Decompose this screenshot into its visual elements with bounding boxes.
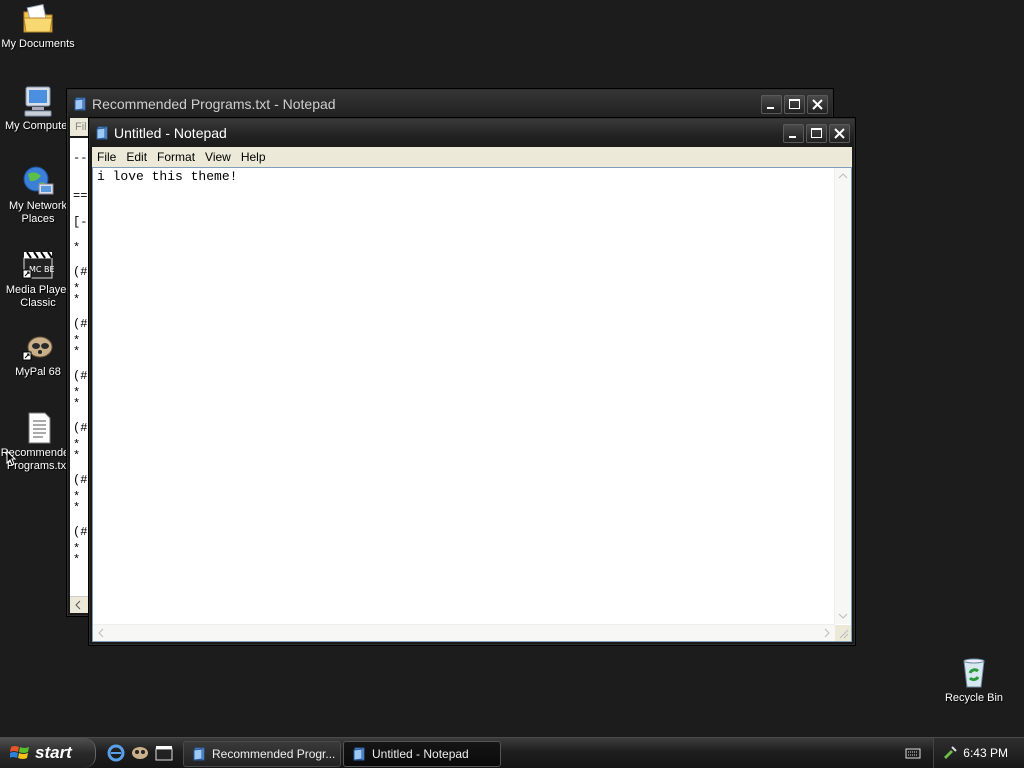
- text-editor-area[interactable]: i love this theme!: [92, 167, 852, 642]
- desktop-icon-mypal[interactable]: MyPal 68: [0, 330, 76, 379]
- desktop-icon-label: My Documents: [1, 38, 75, 50]
- text-file-icon: [21, 411, 55, 445]
- start-label: start: [35, 743, 72, 762]
- taskbar-button-untitled-notepad[interactable]: Untitled - Notepad: [343, 741, 501, 767]
- horizontal-scrollbar[interactable]: [93, 624, 835, 641]
- menu-file[interactable]: File: [92, 147, 121, 164]
- menu-edit[interactable]: Edit: [121, 147, 152, 164]
- back-editor-line: *: [73, 293, 81, 307]
- desktop-icon-label: MyPal 68: [15, 366, 61, 378]
- back-editor-line: *: [73, 553, 81, 567]
- back-editor-line: [-: [73, 215, 88, 229]
- taskbar-button-label: Untitled - Notepad: [372, 747, 469, 761]
- back-editor-line: --: [73, 151, 88, 165]
- close-icon: [834, 128, 845, 139]
- taskbar: start Recommended Progr... Untitled - No…: [0, 737, 1024, 768]
- clock: 6:43 PM: [963, 746, 1008, 760]
- back-editor-line: *: [73, 397, 81, 411]
- taskbar-button-label: Recommended Progr...: [212, 747, 336, 761]
- desktop-icon-label: Recycle Bin: [944, 692, 1004, 704]
- maximize-button[interactable]: [806, 124, 827, 143]
- close-icon: [812, 99, 823, 110]
- window-titlebar[interactable]: Untitled - Notepad: [90, 119, 854, 147]
- mypal-icon: [21, 330, 55, 364]
- back-editor-line: *: [73, 241, 81, 255]
- mouse-cursor-icon: [6, 450, 16, 466]
- chevron-up-icon[interactable]: [835, 168, 851, 184]
- my-documents-icon: [21, 2, 55, 36]
- window-titlebar[interactable]: Recommended Programs.txt - Notepad: [68, 90, 832, 118]
- chevron-left-icon: [75, 600, 81, 610]
- taskbar-button-recommended-programs[interactable]: Recommended Progr...: [183, 741, 341, 767]
- back-editor-line: (#: [73, 369, 88, 383]
- media-player-icon: MC BE: [21, 248, 55, 282]
- notepad-icon: [193, 747, 205, 761]
- menu-help[interactable]: Help: [236, 147, 271, 164]
- minimize-icon: [789, 136, 796, 138]
- desktop-icon-my-computer[interactable]: My Computer: [0, 84, 76, 133]
- back-editor-visible-text: -- == [- * (# * * (# * * (# * * (# * * (# * * (# * *: [70, 138, 88, 599]
- editor-text: i love this theme!: [97, 169, 238, 184]
- desktop-icon-label: Media Player Classic: [5, 284, 71, 309]
- menu-format[interactable]: Format: [152, 147, 200, 164]
- svg-text:MC BE: MC BE: [29, 265, 55, 274]
- quicklaunch-internet-explorer-icon[interactable]: [107, 744, 125, 762]
- window-title: Recommended Programs.txt - Notepad: [92, 96, 336, 112]
- back-editor-line: (#: [73, 473, 88, 487]
- close-button[interactable]: [807, 95, 828, 114]
- desktop-icon-label: My Network Places: [8, 200, 68, 225]
- back-editor-line: (#: [73, 421, 88, 435]
- quicklaunch-mypal-icon[interactable]: [131, 744, 149, 762]
- notepad-window-untitled[interactable]: Untitled - Notepad File Edit Format View Hel…: [89, 118, 855, 645]
- desktop-icon-recycle-bin[interactable]: Recycle Bin: [936, 656, 1012, 705]
- chevron-right-icon[interactable]: [819, 625, 835, 641]
- menu-bar: File Edit Format View Help: [92, 147, 852, 167]
- desktop-icon-media-player[interactable]: MC BE Media Player Classic: [0, 248, 76, 310]
- window-title: Untitled - Notepad: [114, 125, 227, 141]
- my-computer-icon: [21, 84, 55, 118]
- recycle-bin-icon: [957, 656, 991, 690]
- desktop-icon-network-places[interactable]: My Network Places: [0, 164, 76, 226]
- menu-file-partial[interactable]: Fil: [70, 118, 90, 136]
- back-editor-line: *: [73, 501, 81, 515]
- chevron-left-icon[interactable]: [93, 625, 109, 641]
- back-editor-line: (#: [73, 317, 88, 331]
- resize-grip[interactable]: [835, 625, 851, 641]
- back-editor-line: *: [73, 449, 81, 463]
- maximize-button[interactable]: [784, 95, 805, 114]
- desktop-icon-my-documents[interactable]: My Documents: [0, 2, 76, 51]
- start-button[interactable]: start: [0, 738, 96, 768]
- back-editor-line: (#: [73, 265, 88, 279]
- chevron-down-icon[interactable]: [835, 608, 851, 624]
- quicklaunch-media-player-icon[interactable]: [155, 744, 173, 762]
- desktop-icon-label: My Computer: [4, 120, 72, 132]
- resize-grip-icon: [839, 629, 849, 639]
- back-editor-line: *: [73, 345, 81, 359]
- minimize-button[interactable]: [761, 95, 782, 114]
- back-editor-line: ==: [73, 189, 88, 203]
- keyboard-icon[interactable]: [905, 746, 921, 760]
- maximize-icon: [811, 128, 822, 138]
- back-scroll-left-button[interactable]: [70, 596, 90, 613]
- maximize-icon: [789, 99, 800, 109]
- minimize-icon: [767, 107, 774, 109]
- notepad-icon: [74, 97, 86, 111]
- vertical-scrollbar[interactable]: [834, 168, 851, 624]
- minimize-button[interactable]: [783, 124, 804, 143]
- menu-view[interactable]: View: [200, 147, 236, 164]
- windows-logo-icon: [10, 746, 29, 759]
- system-tray: 6:43 PM: [933, 738, 1024, 768]
- close-button[interactable]: [829, 124, 850, 143]
- network-places-icon: [21, 164, 55, 198]
- notepad-icon: [353, 747, 365, 761]
- back-editor-line: (#: [73, 525, 88, 539]
- notepad-icon: [96, 126, 108, 140]
- safely-remove-hardware-icon[interactable]: [942, 745, 958, 761]
